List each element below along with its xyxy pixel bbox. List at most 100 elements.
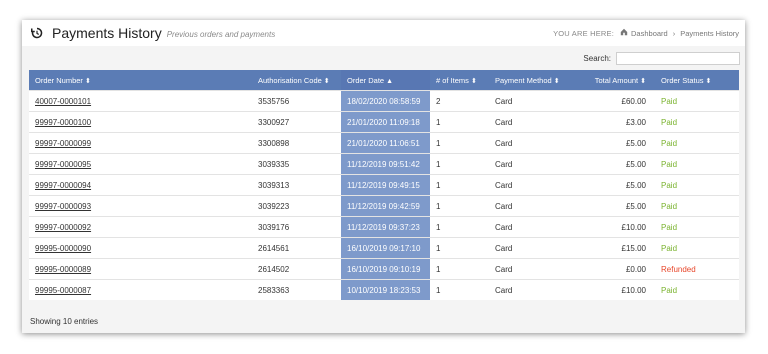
total-amount: £0.00 <box>573 258 655 280</box>
order-number-link[interactable]: 99997-0000094 <box>35 181 91 190</box>
order-status: Paid <box>655 153 739 175</box>
order-date: 21/01/2020 11:09:18 <box>341 111 430 133</box>
search-label: Search: <box>583 54 611 63</box>
payment-method: Card <box>489 132 573 154</box>
total-amount: £5.00 <box>573 174 655 196</box>
sort-icon: ⬍ <box>553 77 560 85</box>
breadcrumb-link-dashboard[interactable]: Dashboard <box>631 29 668 38</box>
order-date: 10/10/2019 18:23:53 <box>341 279 430 300</box>
breadcrumb-separator: › <box>672 28 676 38</box>
total-amount: £5.00 <box>573 153 655 175</box>
panel-body: Search: Order Number ⬍ Authorisation Code… <box>22 46 745 333</box>
column-header-total-amount[interactable]: Total Amount ⬍ <box>573 70 655 91</box>
order-date: 11/12/2019 09:51:42 <box>341 153 430 175</box>
authorisation-code: 3039176 <box>252 216 341 238</box>
column-header-order-status[interactable]: Order Status ⬍ <box>655 70 739 91</box>
payment-method: Card <box>489 237 573 259</box>
total-amount: £3.00 <box>573 111 655 133</box>
order-status: Paid <box>655 237 739 259</box>
order-date: 11/12/2019 09:37:23 <box>341 216 430 238</box>
search-row: Search: <box>583 52 740 65</box>
order-status: Paid <box>655 132 739 154</box>
order-date: 11/12/2019 09:49:15 <box>341 174 430 196</box>
authorisation-code: 3535756 <box>252 90 341 112</box>
payment-method: Card <box>489 174 573 196</box>
order-date: 11/12/2019 09:42:59 <box>341 195 430 217</box>
order-date: 16/10/2019 09:10:19 <box>341 258 430 280</box>
table-row: 99997-0000099 3300898 21/01/2020 11:06:5… <box>29 132 739 154</box>
table-row: 99997-0000095 3039335 11/12/2019 09:51:4… <box>29 153 739 175</box>
item-count: 1 <box>430 174 489 196</box>
authorisation-code: 3039223 <box>252 195 341 217</box>
order-number-link[interactable]: 99995-0000090 <box>35 244 91 253</box>
payment-method: Card <box>489 258 573 280</box>
table-header-row: Order Number ⬍ Authorisation Code ⬍ Order … <box>29 70 739 91</box>
home-icon <box>620 28 628 38</box>
sort-icon: ⬍ <box>323 77 330 85</box>
item-count: 1 <box>430 132 489 154</box>
order-number-link[interactable]: 99995-0000089 <box>35 265 91 274</box>
order-number-link[interactable]: 99997-0000092 <box>35 223 91 232</box>
order-number-link[interactable]: 99995-0000087 <box>35 286 91 295</box>
breadcrumb-current: Payments History <box>680 28 739 38</box>
table-row: 99995-0000087 2583363 10/10/2019 18:23:5… <box>29 279 739 300</box>
item-count: 1 <box>430 237 489 259</box>
order-number-link[interactable]: 99997-0000099 <box>35 139 91 148</box>
item-count: 2 <box>430 90 489 112</box>
column-header-payment-method[interactable]: Payment Method ⬍ <box>489 70 573 91</box>
order-status: Paid <box>655 174 739 196</box>
sort-icon: ⬍ <box>640 77 646 85</box>
table-row: 99997-0000093 3039223 11/12/2019 09:42:5… <box>29 195 739 217</box>
order-status: Paid <box>655 195 739 217</box>
item-count: 1 <box>430 216 489 238</box>
payment-method: Card <box>489 153 573 175</box>
authorisation-code: 3300927 <box>252 111 341 133</box>
authorisation-code: 3300898 <box>252 132 341 154</box>
order-number-link[interactable]: 40007-0000101 <box>35 97 91 106</box>
sort-icon: ⬍ <box>470 77 477 85</box>
item-count: 1 <box>430 153 489 175</box>
order-date: 18/02/2020 08:58:59 <box>341 90 430 112</box>
item-count: 1 <box>430 258 489 280</box>
breadcrumb: YOU ARE HERE: Dashboard › Payments Histo… <box>553 28 739 38</box>
table-row: 99995-0000089 2614502 16/10/2019 09:10:1… <box>29 258 739 280</box>
table-row: 99997-0000092 3039176 11/12/2019 09:37:2… <box>29 216 739 238</box>
sort-icon: ⬍ <box>705 77 712 85</box>
sort-icon: ⬍ <box>84 77 91 85</box>
page-title: Payments History <box>52 25 162 41</box>
payment-method: Card <box>489 195 573 217</box>
column-header-authorisation-code[interactable]: Authorisation Code ⬍ <box>252 70 341 91</box>
panel-header: Payments History Previous orders and pay… <box>22 20 745 47</box>
table-row: 40007-0000101 3535756 18/02/2020 08:58:5… <box>29 90 739 112</box>
total-amount: £60.00 <box>573 90 655 112</box>
order-number-link[interactable]: 99997-0000100 <box>35 118 91 127</box>
column-header-order-date[interactable]: Order Date ▲ <box>341 70 430 91</box>
table-row: 99995-0000090 2614561 16/10/2019 09:17:1… <box>29 237 739 259</box>
total-amount: £5.00 <box>573 132 655 154</box>
history-icon <box>30 26 44 40</box>
total-amount: £5.00 <box>573 195 655 217</box>
table-row: 99997-0000100 3300927 21/01/2020 11:09:1… <box>29 111 739 133</box>
search-input[interactable] <box>616 52 740 65</box>
order-date: 21/01/2020 11:06:51 <box>341 132 430 154</box>
authorisation-code: 3039313 <box>252 174 341 196</box>
payment-method: Card <box>489 111 573 133</box>
payment-method: Card <box>489 90 573 112</box>
authorisation-code: 2583363 <box>252 279 341 300</box>
item-count: 1 <box>430 195 489 217</box>
item-count: 1 <box>430 111 489 133</box>
order-status: Paid <box>655 216 739 238</box>
order-status: Paid <box>655 111 739 133</box>
payment-method: Card <box>489 216 573 238</box>
authorisation-code: 2614561 <box>252 237 341 259</box>
column-header-items[interactable]: # of Items ⬍ <box>430 70 489 91</box>
payments-history-panel: Payments History Previous orders and pay… <box>22 20 745 333</box>
order-status: Paid <box>655 279 739 300</box>
total-amount: £15.00 <box>573 237 655 259</box>
entries-info: Showing 10 entries <box>30 317 99 326</box>
order-date: 16/10/2019 09:17:10 <box>341 237 430 259</box>
table-row: 99997-0000094 3039313 11/12/2019 09:49:1… <box>29 174 739 196</box>
order-number-link[interactable]: 99997-0000093 <box>35 202 91 211</box>
column-header-order-number[interactable]: Order Number ⬍ <box>29 70 252 91</box>
order-number-link[interactable]: 99997-0000095 <box>35 160 91 169</box>
